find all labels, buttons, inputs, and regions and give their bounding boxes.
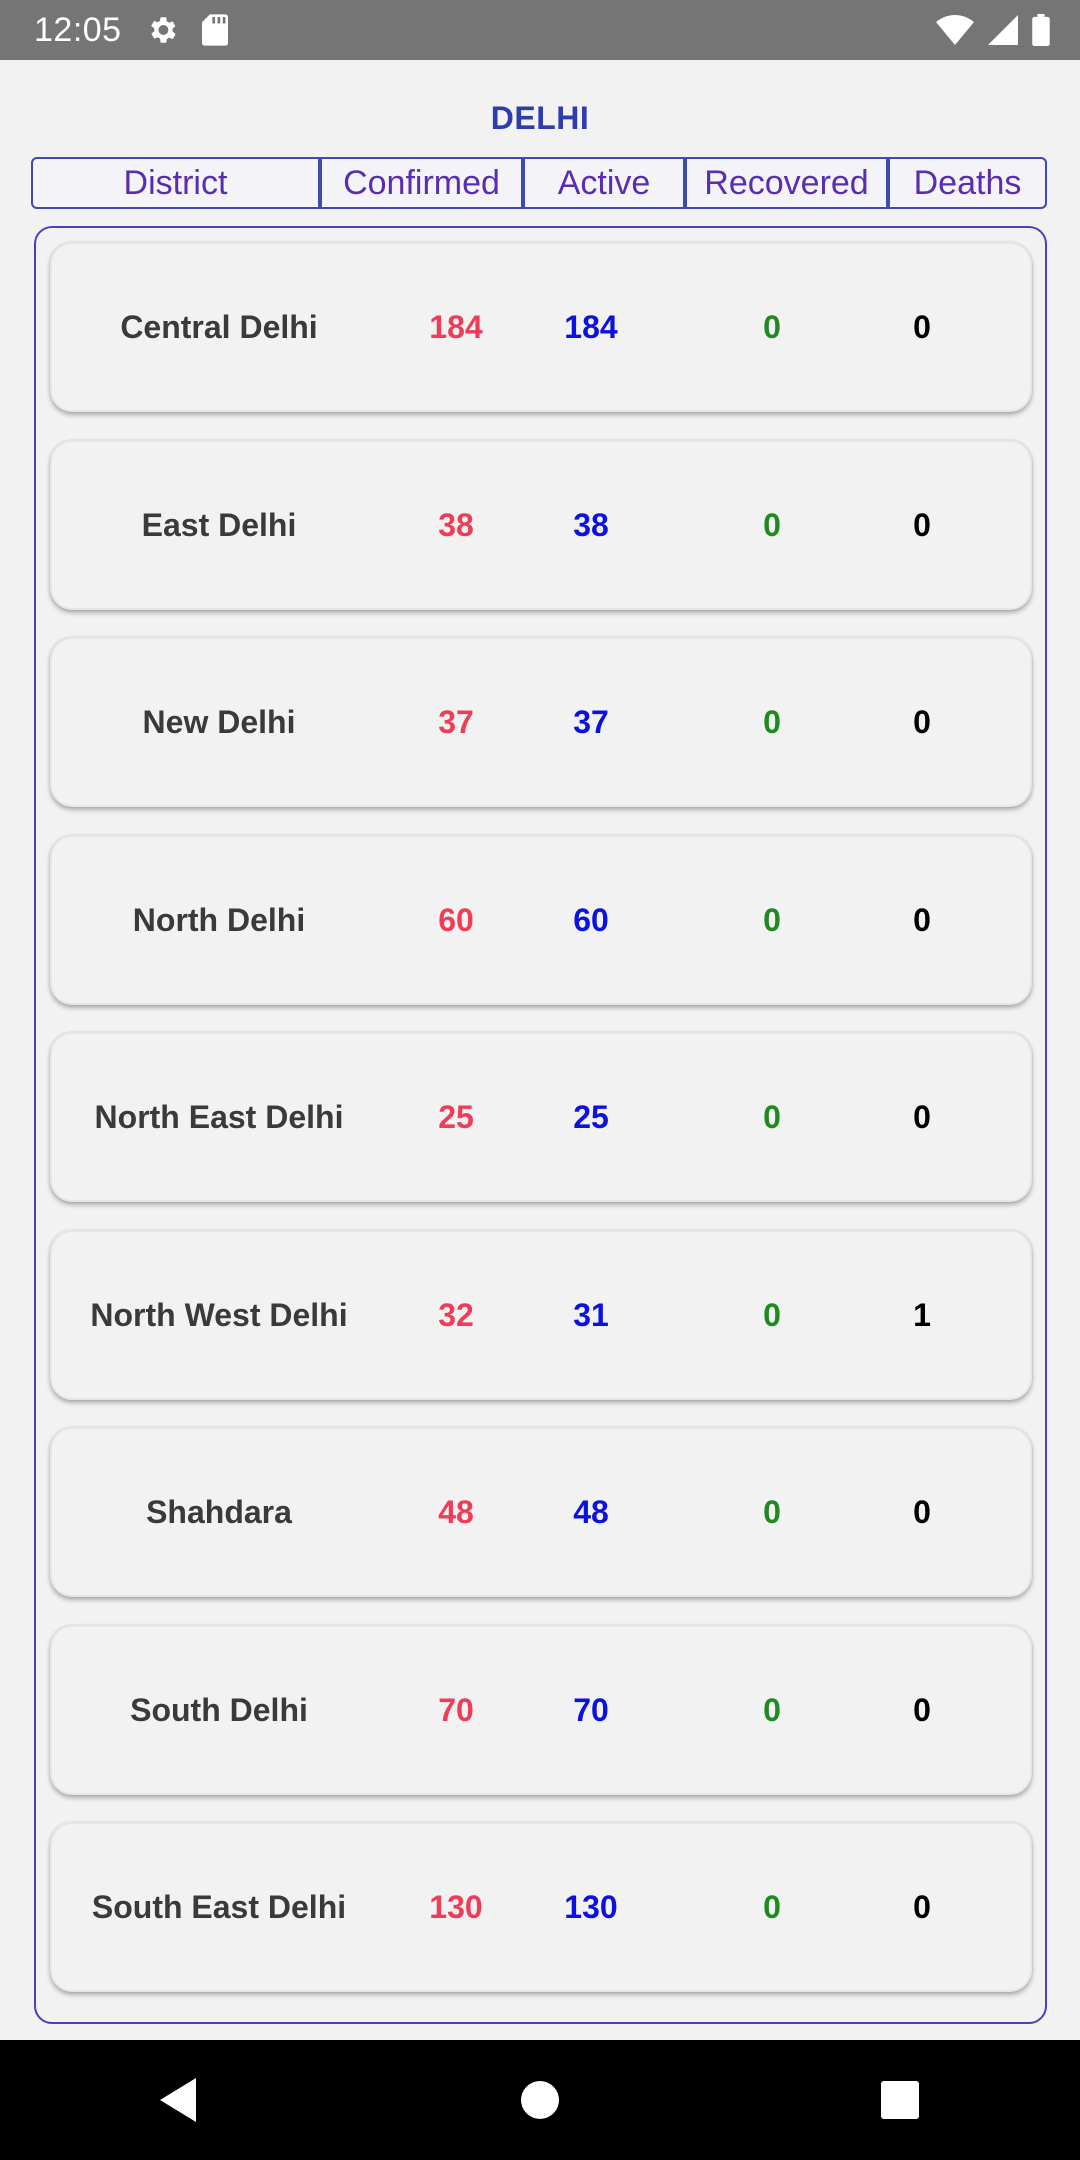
active-count: 184 [564,308,618,345]
recovered-count: 0 [763,308,781,345]
recovered-count: 0 [763,703,781,740]
district-name: North East Delhi [94,1098,344,1135]
active-count: 25 [573,1098,609,1135]
wifi-icon [936,15,974,45]
district-name: Shahdara [146,1493,292,1530]
district-card[interactable]: Central Delhi 184 184 0 0 [50,242,1032,412]
recovered-count: 0 [763,506,781,543]
signal-icon [988,15,1018,45]
district-card[interactable]: North West Delhi 32 31 0 1 [50,1230,1032,1400]
district-card[interactable]: South East Delhi 130 130 0 0 [50,1822,1032,1992]
header-recovered: Recovered [687,159,890,207]
home-icon[interactable] [500,2060,580,2140]
active-count: 38 [573,506,609,543]
status-time: 12:05 [34,10,122,49]
active-count: 31 [573,1296,609,1333]
district-card[interactable]: North East Delhi 25 25 0 0 [50,1032,1032,1202]
active-count: 37 [573,703,609,740]
back-icon[interactable] [140,2060,220,2140]
deaths-count: 0 [913,1888,931,1925]
deaths-count: 0 [913,1098,931,1135]
confirmed-count: 38 [438,506,474,543]
active-count: 60 [573,901,609,938]
active-count: 70 [573,1691,609,1728]
page-title: DELHI [490,100,590,136]
district-card[interactable]: East Delhi 38 38 0 0 [50,440,1032,610]
active-count: 48 [573,1493,609,1530]
district-card[interactable]: South Delhi 70 70 0 0 [50,1625,1032,1795]
deaths-count: 0 [913,1493,931,1530]
recovered-count: 0 [763,1691,781,1728]
confirmed-count: 60 [438,901,474,938]
deaths-count: 0 [913,506,931,543]
recovered-count: 0 [763,901,781,938]
district-name: North Delhi [132,901,306,938]
district-list[interactable]: Central Delhi 184 184 0 0 East Delhi 38 … [34,226,1047,2024]
district-name: South Delhi [130,1691,308,1728]
active-count: 130 [564,1888,618,1925]
deaths-count: 0 [913,703,931,740]
district-card[interactable]: New Delhi 37 37 0 0 [50,637,1032,807]
gear-icon [144,12,180,48]
recents-icon[interactable] [860,2060,940,2140]
battery-icon [1032,14,1050,46]
confirmed-count: 37 [438,703,474,740]
deaths-count: 1 [913,1296,931,1333]
district-name: New Delhi [142,703,296,740]
confirmed-count: 32 [438,1296,474,1333]
recovered-count: 0 [763,1098,781,1135]
deaths-count: 0 [913,901,931,938]
confirmed-count: 130 [429,1888,483,1925]
recovered-count: 0 [763,1296,781,1333]
deaths-count: 0 [913,308,931,345]
confirmed-count: 184 [429,308,483,345]
recovered-count: 0 [763,1888,781,1925]
confirmed-count: 70 [438,1691,474,1728]
district-card[interactable]: North Delhi 60 60 0 0 [50,835,1032,1005]
header-confirmed: Confirmed [322,159,525,207]
confirmed-count: 25 [438,1098,474,1135]
sd-card-icon [200,12,230,48]
confirmed-count: 48 [438,1493,474,1530]
deaths-count: 0 [913,1691,931,1728]
district-name: South East Delhi [91,1888,347,1925]
recovered-count: 0 [763,1493,781,1530]
navigation-bar [0,2040,1080,2160]
header-district: District [33,159,322,207]
district-name: East Delhi [141,506,297,543]
header-active: Active [525,159,687,207]
table-header: District Confirmed Active Recovered Deat… [31,157,1047,209]
header-deaths: Deaths [913,163,1022,202]
district-card[interactable]: Shahdara 48 48 0 0 [50,1427,1032,1597]
district-name: Central Delhi [120,308,318,345]
district-name: North West Delhi [90,1296,348,1333]
status-bar: 12:05 [0,0,1080,60]
